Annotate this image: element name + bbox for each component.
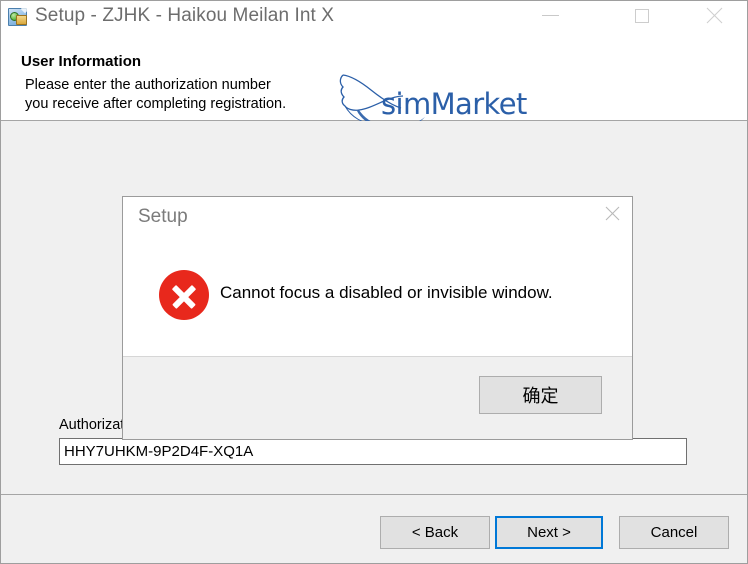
dialog-close-icon[interactable] [592,198,632,228]
brand-text-market: Market [430,87,528,121]
dialog-body: Cannot focus a disabled or invisible win… [123,241,632,357]
wizard-footer: < Back Next > Cancel [1,496,747,563]
window-titlebar: Setup - ZJHK - Haikou Meilan Int X [1,1,747,31]
error-dialog: Setup Cannot focus a disabled or invisib… [122,196,633,440]
error-x-icon [159,270,209,320]
authorization-input[interactable] [59,438,687,465]
page-title: User Information [21,53,142,70]
window-title: Setup - ZJHK - Haikou Meilan Int X [35,5,335,26]
maximize-icon[interactable] [619,1,665,30]
dialog-footer: 确定 [123,357,632,439]
setup-window: Setup - ZJHK - Haikou Meilan Int X User … [0,0,748,564]
page-description: Please enter the authorization number yo… [25,77,287,112]
dialog-message: Cannot focus a disabled or invisible win… [220,283,553,302]
dialog-titlebar: Setup [123,197,632,241]
wizard-header: User Information Please enter the author… [1,31,747,131]
close-icon[interactable] [691,1,737,30]
next-button[interactable]: Next > [495,516,603,549]
installer-icon [7,4,30,27]
brand-wordmark: simMarket [381,87,527,121]
brand-text-sim: sim [381,87,431,121]
cancel-button[interactable]: Cancel [619,516,729,549]
dialog-title: Setup [138,206,188,227]
ok-button[interactable]: 确定 [479,376,602,414]
minimize-icon[interactable] [527,1,573,30]
back-button[interactable]: < Back [380,516,490,549]
